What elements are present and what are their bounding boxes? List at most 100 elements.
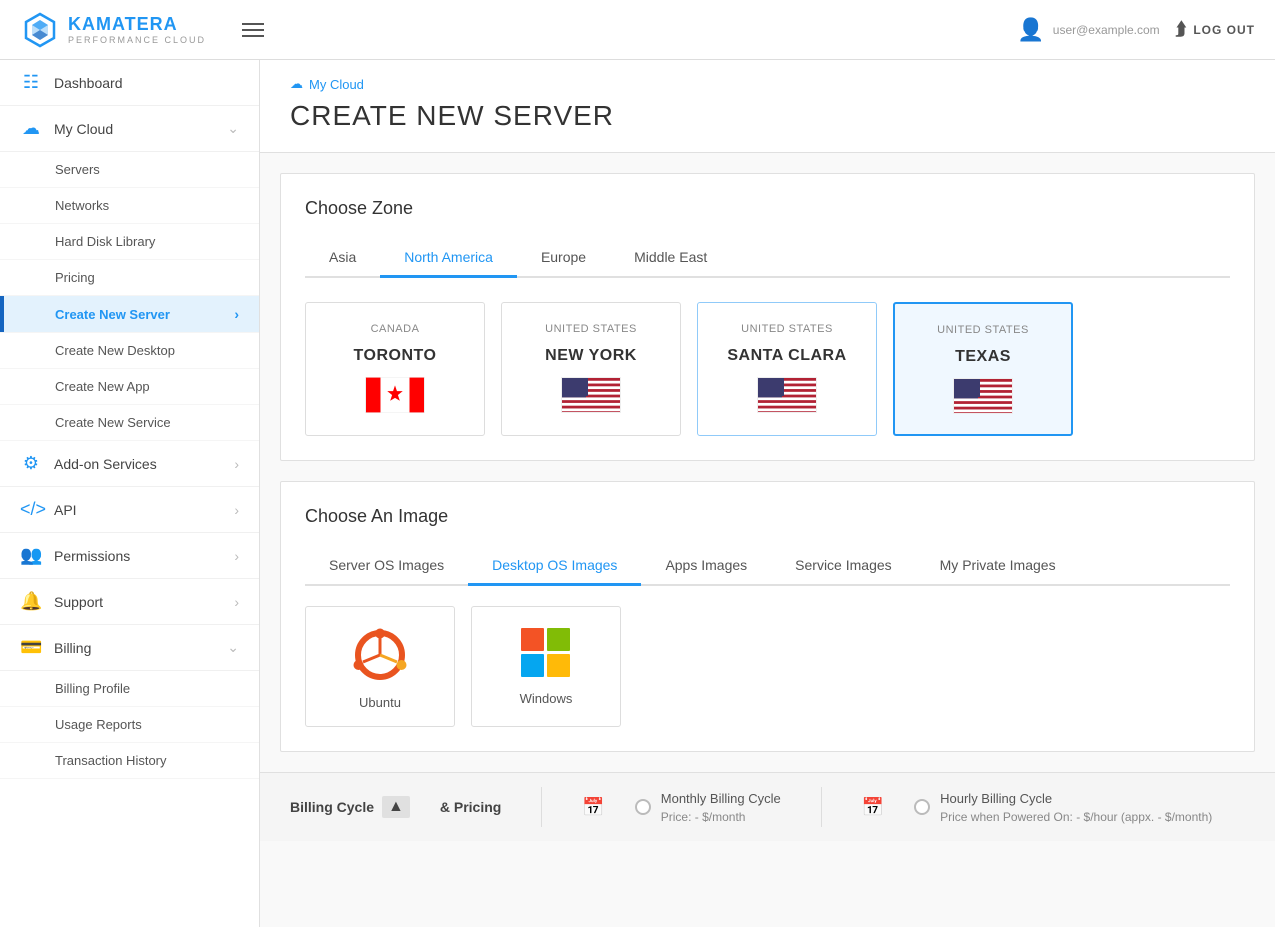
billing-icon: 💳 bbox=[20, 637, 42, 658]
zone-city-toronto: TORONTO bbox=[354, 347, 437, 365]
logo-icon bbox=[20, 10, 60, 50]
layout: ☷ Dashboard ☁ My Cloud ⌄ Servers Network… bbox=[0, 60, 1275, 927]
zone-card-santa-clara[interactable]: UNITED STATES SANTA CLARA bbox=[697, 302, 877, 436]
sidebar-sub-usage-reports[interactable]: Usage Reports bbox=[0, 707, 259, 743]
divider-2 bbox=[821, 787, 822, 827]
tab-desktop-os-images[interactable]: Desktop OS Images bbox=[468, 547, 641, 586]
sidebar-sub-billing-profile[interactable]: Billing Profile bbox=[0, 671, 259, 707]
sidebar-label-my-cloud: My Cloud bbox=[54, 121, 113, 137]
image-card-ubuntu[interactable]: Ubuntu bbox=[305, 606, 455, 727]
topbar-right: 👤 user@example.com ⮭︎ LOG OUT bbox=[1017, 17, 1255, 43]
sidebar-sub-networks[interactable]: Networks bbox=[0, 188, 259, 224]
zone-city-new-york: NEW YORK bbox=[545, 347, 637, 365]
sidebar-item-dashboard[interactable]: ☷ Dashboard bbox=[0, 60, 259, 106]
zone-card-new-york[interactable]: UNITED STATES NEW YORK bbox=[501, 302, 681, 436]
tab-north-america[interactable]: North America bbox=[380, 239, 517, 278]
windows-icon bbox=[520, 627, 572, 679]
topbar: KAMATERA PERFORMANCE CLOUD 👤 user@exampl… bbox=[0, 0, 1275, 60]
hamburger-line-2 bbox=[242, 29, 264, 31]
sidebar: ☷ Dashboard ☁ My Cloud ⌄ Servers Network… bbox=[0, 60, 260, 927]
sidebar-sub-transaction-history[interactable]: Transaction History bbox=[0, 743, 259, 779]
sidebar-label-servers: Servers bbox=[55, 162, 100, 177]
us-flag-ny-svg bbox=[562, 378, 621, 413]
chevron-right-icon-support: › bbox=[234, 594, 239, 610]
user-avatar-icon: 👤 bbox=[1017, 17, 1044, 43]
zone-tabs: Asia North America Europe Middle East bbox=[305, 239, 1230, 278]
radio-hourly[interactable] bbox=[914, 799, 930, 815]
windows-label: Windows bbox=[520, 691, 573, 706]
tab-service-images[interactable]: Service Images bbox=[771, 547, 915, 586]
image-cards: Ubuntu Windows bbox=[305, 606, 1230, 727]
flag-us-tx bbox=[953, 378, 1013, 414]
sidebar-item-api[interactable]: </> API › bbox=[0, 487, 259, 533]
sidebar-label-create-service: Create New Service bbox=[55, 415, 171, 430]
zone-country-texas: UNITED STATES bbox=[937, 324, 1029, 336]
divider-1 bbox=[541, 787, 542, 827]
calendar-monthly-icon: 📅 bbox=[582, 797, 604, 818]
user-display: user@example.com bbox=[1053, 23, 1160, 37]
support-icon: 🔔 bbox=[20, 591, 42, 612]
image-card-windows[interactable]: Windows bbox=[471, 606, 621, 727]
sidebar-item-my-cloud[interactable]: ☁ My Cloud ⌄ bbox=[0, 106, 259, 152]
zone-section-title: Choose Zone bbox=[305, 198, 1230, 219]
logo-text: KAMATERA PERFORMANCE CLOUD bbox=[68, 14, 206, 45]
sidebar-item-support[interactable]: 🔔 Support › bbox=[0, 579, 259, 625]
sidebar-sub-servers[interactable]: Servers bbox=[0, 152, 259, 188]
sidebar-sub-create-service[interactable]: Create New Service bbox=[0, 405, 259, 441]
main-content: ☁ My Cloud CREATE NEW SERVER Choose Zone… bbox=[260, 60, 1275, 927]
us-flag-sc-svg bbox=[758, 378, 817, 413]
radio-monthly[interactable] bbox=[635, 799, 651, 815]
sidebar-item-addon-services[interactable]: ⚙ Add-on Services › bbox=[0, 441, 259, 487]
monthly-price: Price: - $/month bbox=[661, 810, 781, 824]
image-tabs: Server OS Images Desktop OS Images Apps … bbox=[305, 547, 1230, 586]
sidebar-sub-create-desktop[interactable]: Create New Desktop bbox=[0, 333, 259, 369]
tab-apps-images[interactable]: Apps Images bbox=[641, 547, 771, 586]
sidebar-sub-create-app[interactable]: Create New App bbox=[0, 369, 259, 405]
chevron-right-icon: › bbox=[234, 306, 239, 322]
sidebar-sub-hard-disk-library[interactable]: Hard Disk Library bbox=[0, 224, 259, 260]
sidebar-label-api: API bbox=[54, 502, 77, 518]
zone-card-texas[interactable]: UNITED STATES TEXAS bbox=[893, 302, 1073, 436]
sidebar-label-permissions: Permissions bbox=[54, 548, 130, 564]
sidebar-item-permissions[interactable]: 👥 Permissions › bbox=[0, 533, 259, 579]
zone-country-santa-clara: UNITED STATES bbox=[741, 323, 833, 335]
hamburger-button[interactable] bbox=[242, 23, 264, 37]
sidebar-label-create-app: Create New App bbox=[55, 379, 150, 394]
sidebar-sub-create-server[interactable]: Create New Server › bbox=[0, 296, 259, 333]
sidebar-item-billing[interactable]: 💳 Billing ⌄ bbox=[0, 625, 259, 671]
logout-label: LOG OUT bbox=[1193, 23, 1255, 37]
main-header: ☁ My Cloud CREATE NEW SERVER bbox=[260, 60, 1275, 153]
chevron-right-icon-api: › bbox=[234, 502, 239, 518]
logout-button[interactable]: ⮭︎ LOG OUT bbox=[1176, 19, 1255, 40]
flag-us-sc bbox=[757, 377, 817, 413]
tab-my-private-images[interactable]: My Private Images bbox=[916, 547, 1080, 586]
tab-server-os-images[interactable]: Server OS Images bbox=[305, 547, 468, 586]
user-info: 👤 user@example.com bbox=[1017, 17, 1159, 43]
zone-cards: CANADA TORONTO bbox=[305, 302, 1230, 436]
billing-option-monthly[interactable]: Monthly Billing Cycle Price: - $/month bbox=[635, 791, 781, 824]
tab-asia[interactable]: Asia bbox=[305, 239, 380, 278]
zone-city-texas: TEXAS bbox=[955, 348, 1011, 366]
sidebar-sub-pricing[interactable]: Pricing bbox=[0, 260, 259, 296]
logo: KAMATERA PERFORMANCE CLOUD bbox=[20, 10, 206, 50]
cloud-icon: ☁ bbox=[20, 118, 42, 139]
zone-card-toronto[interactable]: CANADA TORONTO bbox=[305, 302, 485, 436]
logo-name: KAMATERA bbox=[68, 14, 206, 35]
api-icon: </> bbox=[20, 499, 42, 520]
billing-cycle-title: Billing Cycle ▲ bbox=[290, 796, 410, 818]
sidebar-label-billing: Billing bbox=[54, 640, 91, 656]
zone-country-new-york: UNITED STATES bbox=[545, 323, 637, 335]
tab-europe[interactable]: Europe bbox=[517, 239, 610, 278]
tab-middle-east[interactable]: Middle East bbox=[610, 239, 731, 278]
image-section-title: Choose An Image bbox=[305, 506, 1230, 527]
flag-canada bbox=[365, 377, 425, 413]
billing-option-hourly[interactable]: Hourly Billing Cycle Price when Powered … bbox=[914, 791, 1212, 824]
chevron-down-icon: ⌄ bbox=[227, 120, 239, 137]
billing-subtitle: & Pricing bbox=[440, 799, 501, 815]
collapse-icon[interactable]: ▲ bbox=[382, 796, 410, 818]
us-flag-tx-svg bbox=[954, 379, 1013, 414]
calendar-hourly-icon: 📅 bbox=[862, 797, 884, 818]
hourly-label: Hourly Billing Cycle bbox=[940, 791, 1212, 806]
zone-country-toronto: CANADA bbox=[371, 323, 420, 335]
monthly-label: Monthly Billing Cycle bbox=[661, 791, 781, 806]
